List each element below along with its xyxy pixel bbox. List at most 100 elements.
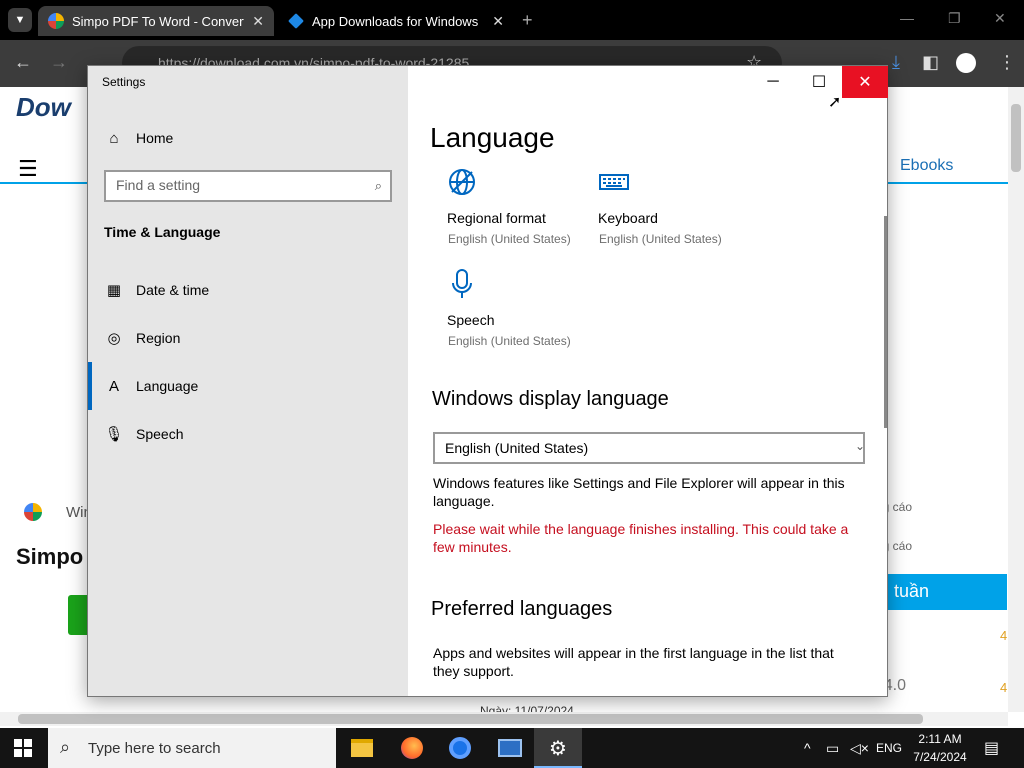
display-language-heading: Windows display language [432,388,669,410]
window-title: Settings [102,75,146,89]
folder-icon [351,739,373,757]
tab-app-downloads[interactable]: App Downloads for Windows ✕ [278,6,514,36]
input-language[interactable]: ENG [876,741,902,755]
nav-language[interactable]: A Language [88,362,408,410]
keyboard-icon [599,174,629,190]
install-warning: Please wait while the language finishes … [433,521,849,555]
download-button[interactable] [68,595,88,635]
tab-close-icon[interactable]: ✕ [492,13,504,30]
tab-search-button[interactable]: ▼ [8,8,32,32]
tray-overflow-icon[interactable]: ^ [804,740,811,756]
microphone-icon: 🎙 [104,426,124,443]
side-panel-icon[interactable]: ◧ [922,52,939,73]
mouse-cursor-icon: ➚ [828,94,842,111]
nav-home[interactable]: ⌂ Home [88,114,408,162]
menu-kebab-icon[interactable]: ⋮ [998,52,1016,73]
display-language-dropdown[interactable]: English (United States) ⌄ [433,432,865,464]
globe-icon [449,169,475,195]
tile-sub: English (United States) [448,232,571,246]
forward-icon[interactable]: → [50,52,68,73]
taskbar-search[interactable]: ⌕ Type here to search [48,728,336,768]
site-favicon-icon [48,13,64,29]
preferred-languages-note: Apps and websites will appear in the fir… [433,645,834,679]
new-tab-button[interactable]: + [522,10,533,31]
tab-title: App Downloads for Windows [312,13,479,29]
page-heading: Simpo [16,544,84,569]
nav-underline [0,182,88,184]
nav-date-time[interactable]: ▦ Date & time [88,266,408,314]
tile-label: Speech [447,312,495,328]
taskbar-app[interactable] [486,728,534,768]
home-icon: ⌂ [109,129,119,147]
settings-window: Settings ⌂ Home Find a setting ⌕ Time & … [87,65,888,697]
tile-sub: English (United States) [599,232,722,246]
display-language-note: Windows features like Settings and File … [433,475,845,509]
page-title: Language [430,122,555,153]
chevron-down-icon: ⌄ [854,439,865,453]
computer-icon [498,739,522,757]
tab-title: Simpo PDF To Word - Convert [72,13,245,29]
settings-scrollbar[interactable] [884,216,887,428]
browser-close-icon[interactable]: ✕ [994,10,1006,27]
profile-avatar-icon[interactable] [956,53,976,73]
browser-restore-icon[interactable]: ❐ [948,10,961,27]
volume-muted-icon[interactable]: ◁× [850,740,869,757]
minimize-button[interactable]: ─ [750,66,796,98]
tile-label: Keyboard [598,210,658,226]
page-vertical-scrollbar[interactable] [1008,87,1024,712]
search-icon: ⌕ [60,737,71,757]
globe-icon: ◎ [107,330,121,347]
site-logo[interactable]: Dow [16,92,71,123]
download-favicon-icon [288,13,304,29]
search-placeholder: Find a setting [116,177,201,193]
taskbar-firefox[interactable] [388,728,436,768]
tile-label: Regional format [447,210,546,226]
nav-region[interactable]: ◎ Region [88,314,408,362]
nav-label: Date & time [136,282,210,298]
clock-time[interactable]: 2:11 AM [914,732,966,746]
back-icon[interactable]: ← [14,52,32,73]
nav-speech[interactable]: 🎙 Speech [88,410,408,458]
nav-label: Speech [136,426,184,442]
nav-home-label: Home [136,130,174,146]
browser-minimize-icon[interactable]: — [900,10,914,26]
language-icon: A [108,377,119,395]
date-text: Ngày: 11/07/2024 [480,704,574,712]
preferred-languages-heading: Preferred languages [431,598,613,620]
tile-sub: English (United States) [448,334,571,348]
section-heading: Time & Language [104,224,221,240]
close-button[interactable]: ✕ [842,66,888,98]
network-icon[interactable]: ▭ [826,740,839,757]
notifications-icon[interactable]: ▤ [984,738,999,758]
weekly-banner-text: tuần [894,581,930,601]
tab-close-icon[interactable]: ✕ [252,13,264,30]
home-crumb-icon[interactable] [24,503,42,521]
start-button[interactable] [14,739,32,757]
taskbar-chrome[interactable] [436,728,484,768]
taskbar-file-explorer[interactable] [338,728,386,768]
nav-label: Region [136,330,181,346]
calendar-clock-icon: ▦ [106,282,122,299]
chrome-icon [449,737,471,759]
microphone-icon [452,269,472,298]
rating-text: 4 [1000,680,1008,695]
tab-simpo[interactable]: Simpo PDF To Word - Convert ✕ [38,6,274,36]
nav-underline [888,182,1008,184]
windows-logo-icon [14,739,32,757]
search-icon: ⌕ [374,178,382,193]
scrollbar-thumb[interactable] [1011,104,1021,172]
taskbar-search-placeholder: Type here to search [88,740,221,757]
taskbar-settings[interactable]: ⚙ [534,728,582,768]
minimize-icon: ─ [767,73,779,90]
clock-date[interactable]: 7/24/2024 [910,750,970,764]
downloads-icon[interactable]: ⤓ [892,52,900,73]
maximize-icon: ☐ [811,74,827,91]
close-icon: ✕ [858,74,872,91]
nav-label: Language [136,378,199,394]
nav-ebooks-link[interactable]: Ebooks [900,157,953,175]
scrollbar-thumb[interactable] [18,714,923,724]
rating-text: 4 [1000,628,1008,643]
gear-icon: ⚙ [549,737,567,760]
find-setting-search[interactable]: Find a setting ⌕ [104,170,392,202]
hamburger-menu-icon[interactable]: ☰ [18,156,38,182]
